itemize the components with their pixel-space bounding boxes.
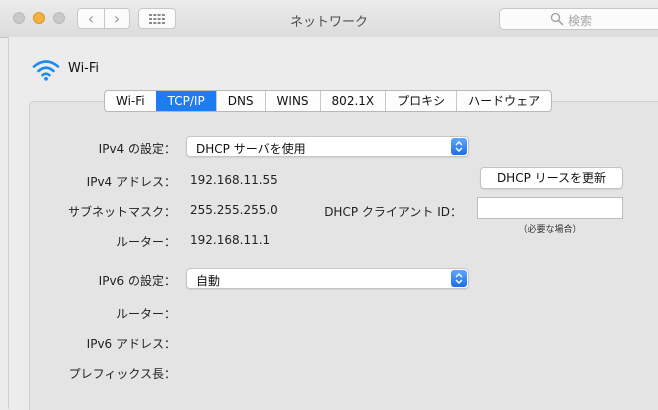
ipv6-config-label: IPv6 の設定： bbox=[98, 274, 176, 288]
title-bar: ‹ › ネットワーク 検索 bbox=[0, 0, 658, 38]
tab-bar: Wi-Fi TCP/IP DNS WINS 802.1X プロキシ ハードウェア bbox=[104, 90, 553, 112]
ipv4-address-value: 192.168.11.55 bbox=[190, 173, 278, 187]
dhcp-client-id-label: DHCP クライアント ID： bbox=[324, 205, 462, 219]
renew-dhcp-lease-button[interactable]: DHCP リースを更新 bbox=[480, 167, 623, 189]
wifi-icon bbox=[32, 60, 60, 81]
tab-8021x[interactable]: 802.1X bbox=[319, 91, 386, 111]
ipv6-router-label: ルーター： bbox=[115, 307, 176, 321]
search-placeholder: 検索 bbox=[568, 14, 593, 28]
interface-name: Wi-Fi bbox=[68, 61, 100, 76]
tab-wifi[interactable]: Wi-Fi bbox=[105, 91, 156, 111]
search-icon bbox=[550, 12, 564, 26]
tab-proxies[interactable]: プロキシ bbox=[385, 91, 456, 111]
ipv4-router-value: 192.168.11.1 bbox=[190, 233, 271, 247]
ipv4-address-label: IPv4 アドレス： bbox=[86, 175, 176, 189]
dhcp-client-id-field[interactable] bbox=[477, 197, 623, 219]
ipv4-router-label: ルーター： bbox=[115, 235, 176, 249]
subnet-mask-value: 255.255.255.0 bbox=[190, 203, 278, 217]
ipv4-config-popup[interactable]: DHCP サーバを使用 bbox=[186, 136, 469, 157]
ipv6-prefix-length-label: プレフィックス長： bbox=[68, 367, 176, 381]
ipv6-config-value: 自動 bbox=[196, 274, 221, 288]
tab-tcpip[interactable]: TCP/IP bbox=[155, 91, 216, 111]
search-field[interactable]: 検索 bbox=[499, 8, 658, 30]
tab-wins[interactable]: WINS bbox=[264, 91, 320, 111]
ipv6-config-popup[interactable]: 自動 bbox=[186, 268, 469, 289]
popup-arrows-icon bbox=[451, 270, 467, 287]
popup-arrows-icon bbox=[451, 138, 467, 155]
dhcp-client-id-hint: （必要な場合） bbox=[518, 225, 582, 235]
subnet-mask-label: サブネットマスク： bbox=[67, 205, 176, 219]
tab-dns[interactable]: DNS bbox=[215, 91, 265, 111]
tab-hardware[interactable]: ハードウェア bbox=[456, 91, 551, 111]
ipv4-config-label: IPv4 の設定： bbox=[98, 142, 176, 156]
ipv6-address-label: IPv6 アドレス： bbox=[86, 337, 176, 351]
ipv4-config-value: DHCP サーバを使用 bbox=[196, 142, 306, 156]
